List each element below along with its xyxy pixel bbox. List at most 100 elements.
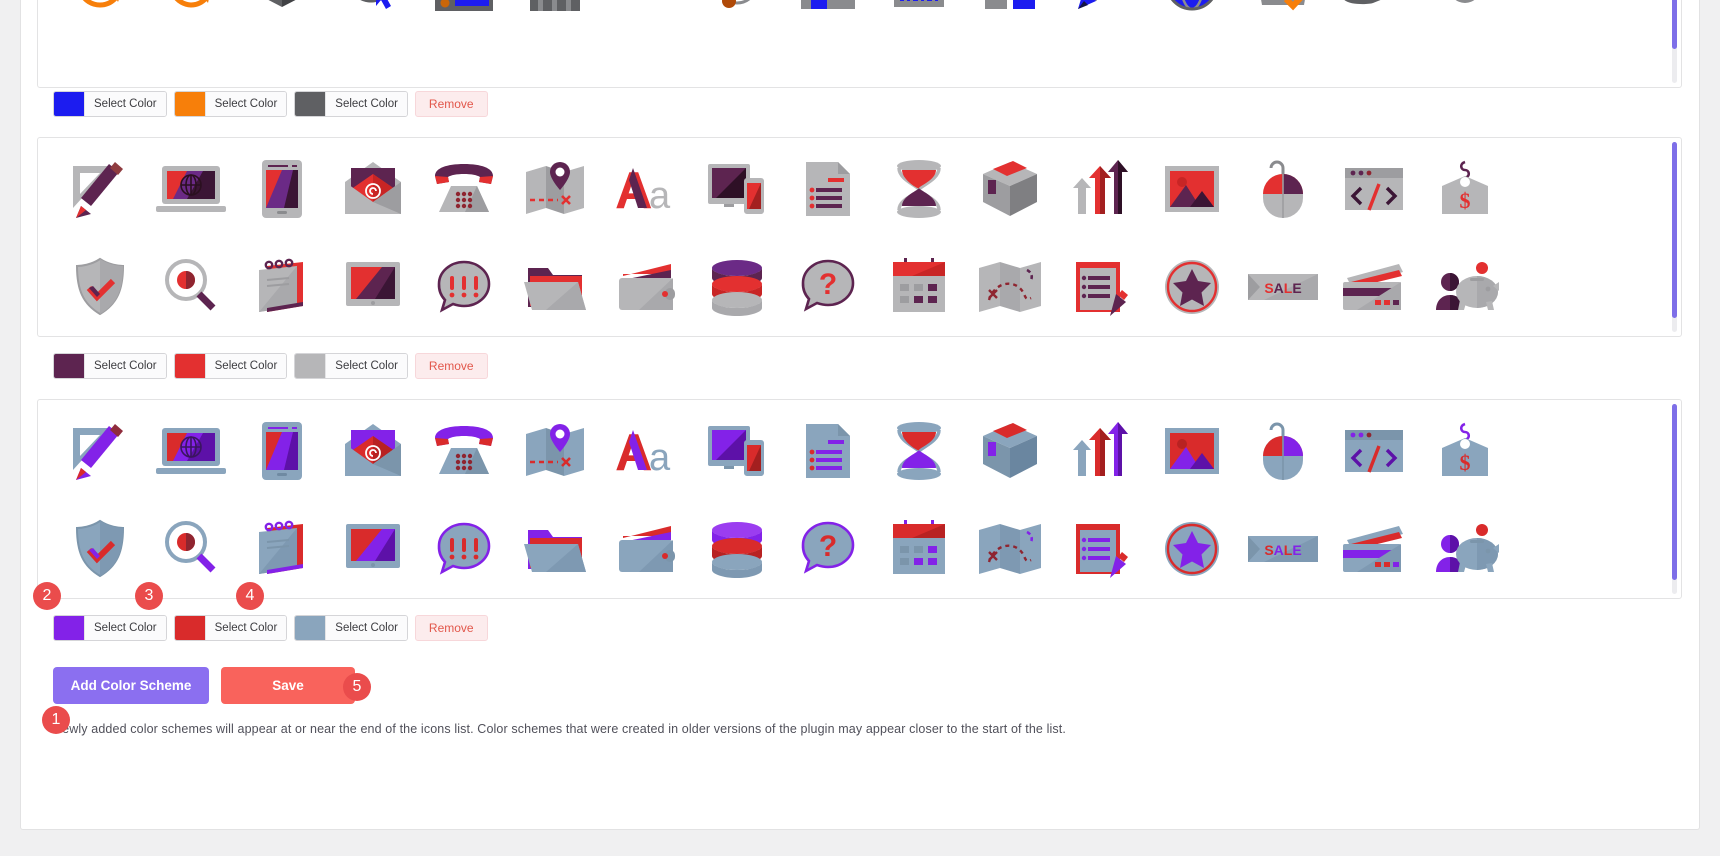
treasure-map-icon[interactable] [964, 238, 1055, 336]
scheme-3-controls: Select Color Select Color Select Color R… [53, 615, 488, 641]
storefront-icon[interactable] [782, 0, 873, 33]
growth-chart-icon[interactable] [1055, 140, 1146, 238]
price-tag-icon[interactable]: $ [1419, 140, 1510, 238]
refresh-document-icon[interactable] [54, 0, 145, 33]
barcode-icon[interactable] [873, 0, 964, 33]
scheme-1-remove-button[interactable]: Remove [414, 91, 488, 117]
devices-icon[interactable] [691, 140, 782, 238]
add-color-scheme-button[interactable]: Add Color Scheme [53, 667, 209, 704]
wallet-icon[interactable] [600, 500, 691, 598]
scheme-2-color-1[interactable]: Select Color [53, 353, 167, 379]
hourglass-icon[interactable] [873, 402, 964, 500]
box-3d-icon[interactable] [236, 0, 327, 33]
network-nodes-icon[interactable] [691, 0, 782, 33]
edit-list-icon[interactable] [1055, 238, 1146, 336]
currency-coins-icon[interactable]: £ € $ [1419, 0, 1510, 33]
email-envelope-icon[interactable] [327, 402, 418, 500]
image-photo-icon[interactable] [1146, 140, 1237, 238]
typography-icon[interactable]: Aa [600, 402, 691, 500]
calendar-icon[interactable] [873, 238, 964, 336]
image-photo-icon[interactable] [1146, 402, 1237, 500]
grid-blocks-icon[interactable] [964, 0, 1055, 33]
select-color-label: Select Color [84, 354, 166, 378]
scheme-1-color-2[interactable]: Select Color [173, 91, 288, 117]
hourglass-icon[interactable] [873, 140, 964, 238]
question-bubble-icon[interactable]: ? [782, 500, 873, 598]
magnifier-icon[interactable] [145, 238, 236, 336]
laptop-globe-icon[interactable] [145, 140, 236, 238]
basket-check-icon[interactable] [1237, 0, 1328, 33]
computer-mouse-icon[interactable] [1237, 140, 1328, 238]
scheme-1-color-1[interactable]: Select Color [53, 91, 167, 117]
credit-cards-icon[interactable] [1328, 500, 1419, 598]
ruler-pencil-icon[interactable] [54, 140, 145, 238]
database-icon[interactable] [691, 500, 782, 598]
box-package-icon[interactable] [964, 140, 1055, 238]
laptop-globe-icon[interactable] [145, 402, 236, 500]
globe-grid-icon[interactable] [1146, 0, 1237, 33]
alert-bubble-icon[interactable] [418, 238, 509, 336]
save-button[interactable]: Save [221, 667, 355, 704]
magnifier-icon[interactable] [145, 500, 236, 598]
panel-3-scrollbar-thumb[interactable] [1672, 404, 1677, 580]
tablet-icon[interactable] [236, 402, 327, 500]
email-envelope-icon[interactable] [327, 140, 418, 238]
code-window-icon[interactable] [1328, 402, 1419, 500]
scheme-3-swatch-3 [295, 616, 326, 640]
typography-icon[interactable]: Aa [600, 140, 691, 238]
price-tag-icon[interactable]: $ [1419, 402, 1510, 500]
calendar-icon[interactable] [873, 500, 964, 598]
panel-1-scrollbar-thumb[interactable] [1672, 0, 1677, 49]
tablet-icon[interactable] [236, 140, 327, 238]
scheme-2-color-2[interactable]: Select Color [173, 353, 288, 379]
wallet-icon[interactable] [600, 238, 691, 336]
document-list-icon[interactable] [782, 402, 873, 500]
devices-icon[interactable] [691, 402, 782, 500]
document-list-icon[interactable] [782, 140, 873, 238]
notepad-icon[interactable] [236, 238, 327, 336]
ruler-pencil-icon[interactable] [54, 402, 145, 500]
star-badge-icon[interactable] [1146, 238, 1237, 336]
database-icon[interactable] [691, 238, 782, 336]
growth-chart-icon[interactable] [1055, 402, 1146, 500]
computer-mouse-icon[interactable] [1237, 402, 1328, 500]
box-package-icon[interactable] [964, 402, 1055, 500]
scheme-3-remove-button[interactable]: Remove [414, 615, 488, 641]
monitor-icon[interactable] [327, 500, 418, 598]
scheme-3-color-3[interactable]: Select Color [294, 615, 408, 641]
svg-text:SALE: SALE [1264, 280, 1301, 296]
scheme-3-color-2[interactable]: Select Color [173, 615, 288, 641]
folder-icon[interactable] [509, 238, 600, 336]
star-badge-icon[interactable] [1146, 500, 1237, 598]
panel-2-scrollbar-thumb[interactable] [1672, 142, 1677, 318]
telephone-icon[interactable] [418, 402, 509, 500]
scheme-3-color-1[interactable]: Select Color [53, 615, 167, 641]
hand-swipe-icon[interactable] [1328, 0, 1419, 33]
sale-ribbon-icon[interactable]: SALE [1237, 238, 1328, 336]
credit-cards-icon[interactable] [1328, 238, 1419, 336]
shield-check-icon[interactable] [54, 500, 145, 598]
refresh-dollar-icon[interactable]: $ [145, 0, 236, 33]
code-window-icon[interactable] [1328, 140, 1419, 238]
server-list-icon[interactable] [418, 0, 509, 33]
scheme-2-remove-button[interactable]: Remove [414, 353, 488, 379]
map-pin-route-icon[interactable] [509, 402, 600, 500]
cloud-upload-icon[interactable] [600, 0, 691, 33]
folder-icon[interactable] [509, 500, 600, 598]
scheme-1-color-3[interactable]: Select Color [294, 91, 408, 117]
shield-check-icon[interactable] [54, 238, 145, 336]
monitor-icon[interactable] [327, 238, 418, 336]
question-bubble-icon[interactable]: ? [782, 238, 873, 336]
scheme-2-color-3[interactable]: Select Color [294, 353, 408, 379]
edit-list-icon[interactable] [1055, 500, 1146, 598]
alert-bubble-icon[interactable] [418, 500, 509, 598]
globe-cursor-icon[interactable] [327, 0, 418, 33]
sale-ribbon-icon[interactable]: SALE [1237, 500, 1328, 598]
map-pin-route-icon[interactable] [509, 140, 600, 238]
piggy-bank-icon[interactable] [1419, 500, 1510, 598]
pen-tool-icon[interactable] [1055, 0, 1146, 33]
settings-sliders-icon[interactable] [509, 0, 600, 33]
treasure-map-icon[interactable] [964, 500, 1055, 598]
piggy-bank-icon[interactable] [1419, 238, 1510, 336]
telephone-icon[interactable] [418, 140, 509, 238]
